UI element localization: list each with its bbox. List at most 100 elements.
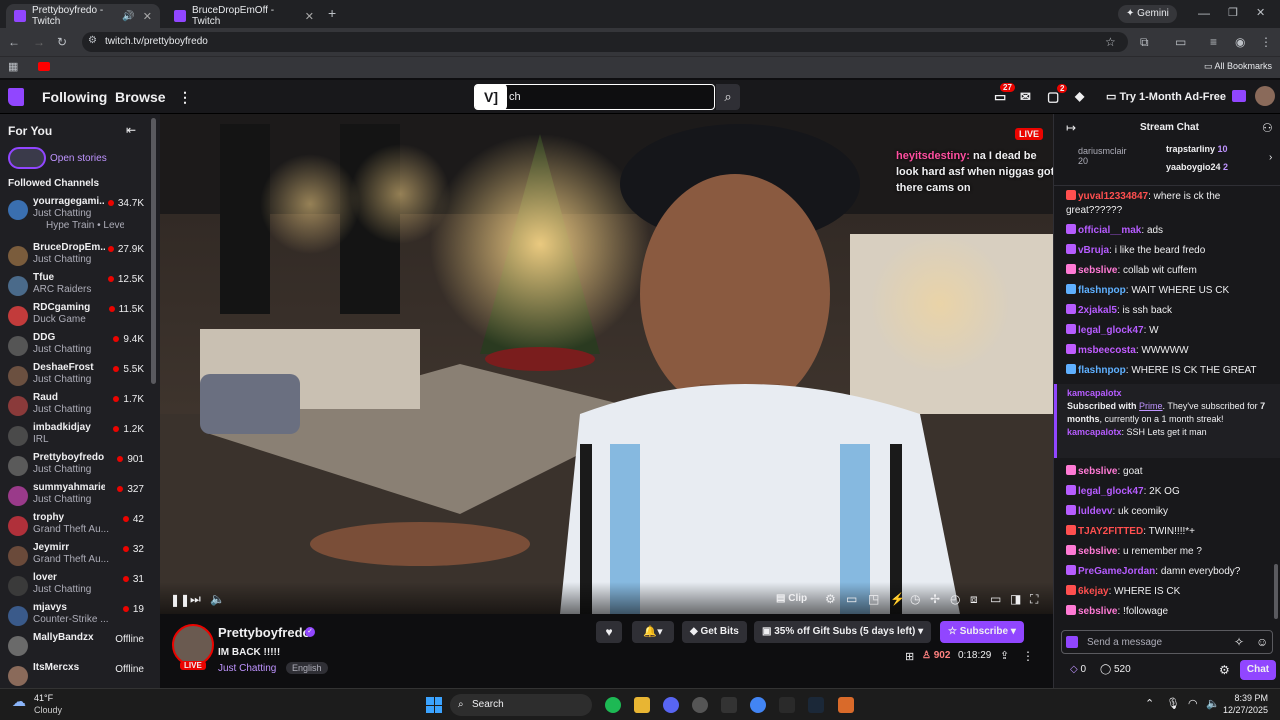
ad-free-button[interactable]: ▭ Try 1-Month Ad-Free xyxy=(1100,87,1232,107)
chat-username[interactable]: luldevv xyxy=(1078,506,1112,517)
chat-username[interactable]: yuval12334847 xyxy=(1078,191,1148,202)
sidebar-channel[interactable]: lover Just Chatting 31 xyxy=(0,572,148,602)
turbo-icon[interactable]: ⚡ xyxy=(890,592,905,606)
chat-username[interactable]: legal_glock47 xyxy=(1078,325,1144,336)
sidebar-channel[interactable]: trophy Grand Theft Au... 42 xyxy=(0,512,148,542)
sidebar-channel[interactable]: DeshaeFrost Just Chatting 5.5K xyxy=(0,362,148,392)
channel-points[interactable]: ◯ 520 xyxy=(1100,664,1131,675)
share-icon[interactable]: ⇪ xyxy=(1000,649,1009,662)
speaker-icon[interactable]: 🔊 xyxy=(122,11,134,22)
video-player[interactable]: LIVE heyitsdestiny: na I dead be look ha… xyxy=(160,114,1053,614)
sidebar-channel[interactable]: DDG Just Chatting 9.4K xyxy=(0,332,148,362)
close-tab-icon[interactable]: ✕ xyxy=(143,10,152,23)
subscribe-button[interactable]: ☆ Subscribe ▾ xyxy=(940,621,1024,643)
collapse-sidebar-icon[interactable]: ⇤ xyxy=(126,123,136,137)
close-tab-icon[interactable]: ✕ xyxy=(305,10,314,23)
open-stories-link[interactable]: Open stories xyxy=(50,153,107,164)
chat-username[interactable]: flashnpop xyxy=(1078,285,1126,296)
weather-icon[interactable]: ☁ xyxy=(12,693,26,710)
gift-subs-button[interactable]: ▣ 35% off Gift Subs (5 days left) ▾ xyxy=(754,621,932,643)
sidebar-channel[interactable]: imbadkidjay IRL 1.2K xyxy=(0,422,148,452)
channel-avatar[interactable] xyxy=(172,624,214,666)
close-window-icon[interactable]: ✕ xyxy=(1256,6,1265,20)
chat-username[interactable]: sebslive xyxy=(1078,466,1117,477)
prime-gift-icon[interactable] xyxy=(1232,90,1246,102)
skip-icon[interactable]: ⏭ xyxy=(190,592,201,607)
nav-browse[interactable]: Browse xyxy=(115,89,166,105)
activity-icon[interactable]: ◷ xyxy=(910,592,920,606)
channel-name[interactable]: Prettyboyfredo xyxy=(218,625,310,640)
browser-tab[interactable]: BruceDropEmOff - Twitch ✕ xyxy=(166,4,322,28)
bookmark-star-icon[interactable]: ☆ xyxy=(1105,35,1116,49)
chat-username[interactable]: sebslive xyxy=(1078,606,1117,617)
gemini-button[interactable]: ✦ Gemini xyxy=(1118,5,1177,23)
app-3-icon[interactable] xyxy=(838,697,854,713)
chat-username[interactable]: legal_glock47 xyxy=(1078,486,1144,497)
chat-username[interactable]: flashnpop xyxy=(1078,365,1126,376)
wifi-icon[interactable]: ◠ xyxy=(1188,697,1198,710)
chat-username[interactable]: 2xjakal5 xyxy=(1078,305,1117,316)
steam-icon[interactable] xyxy=(808,697,824,713)
more-options-icon[interactable]: ⋮ xyxy=(1022,649,1034,663)
taskbar-search[interactable]: ⌕ Search xyxy=(450,694,592,716)
minimize-icon[interactable]: — xyxy=(1198,6,1210,20)
stream-category[interactable]: Just Chatting xyxy=(218,663,276,674)
browser-tab-active[interactable]: Prettyboyfredo - Twitch 🔊 ✕ xyxy=(6,4,160,28)
sidebar-toggle-icon[interactable]: ◨ xyxy=(1010,592,1021,606)
sidebar-channel[interactable]: MallyBandzx Offline xyxy=(0,632,148,662)
prime-link[interactable]: Prime xyxy=(1139,401,1163,411)
extensions-icon[interactable]: ⧉ xyxy=(1140,35,1149,49)
follow-heart-button[interactable]: ♥ xyxy=(596,621,622,643)
more-kebab-icon[interactable]: ⋮ xyxy=(178,89,192,106)
new-tab-icon[interactable]: + xyxy=(328,6,336,20)
sidebar-channel[interactable]: BruceDropEm... Just Chatting 27.9K xyxy=(0,242,148,272)
sidebar-channel[interactable]: summyahmarie Just Chatting 327 xyxy=(0,482,148,512)
grid-icon[interactable]: ⊞ xyxy=(905,650,914,663)
tag-english[interactable]: English xyxy=(286,662,328,674)
maximize-icon[interactable]: ❐ xyxy=(1228,6,1238,20)
twitch-logo-icon[interactable] xyxy=(8,88,24,106)
media-icon[interactable]: ≡ xyxy=(1210,35,1217,49)
menu-kebab-icon[interactable]: ⋮ xyxy=(1260,35,1272,49)
notification-bell-button[interactable]: 🔔▾ xyxy=(632,621,674,643)
chat-badge-icon[interactable] xyxy=(1066,636,1078,648)
discord-icon[interactable] xyxy=(663,697,679,713)
pause-icon[interactable]: ❚❚ xyxy=(170,593,190,607)
speed-icon[interactable]: ◴ xyxy=(950,592,960,606)
sidebar-channel[interactable]: Tfue ARC Raiders 12.5K xyxy=(0,272,148,302)
chat-send-button[interactable]: Chat xyxy=(1240,660,1276,680)
sidebar-channel[interactable]: Raud Just Chatting 1.7K xyxy=(0,392,148,422)
extension-icon[interactable]: ✢ xyxy=(930,592,940,606)
windows-start-icon[interactable] xyxy=(426,697,442,713)
sidebar-channel[interactable]: Jeymirr Grand Theft Au... 32 xyxy=(0,542,148,572)
chat-username[interactable]: vBruja xyxy=(1078,245,1109,256)
chat-input[interactable]: Send a message ✧ ☺ xyxy=(1061,630,1273,654)
all-bookmarks[interactable]: ▭ All Bookmarks xyxy=(1204,61,1272,72)
back-icon[interactable]: ← xyxy=(8,35,20,49)
sidebar-scrollbar[interactable] xyxy=(151,118,156,384)
tray-chevron-icon[interactable]: ⌃ xyxy=(1145,697,1154,710)
settings-gear-icon[interactable]: ⚙ xyxy=(825,592,836,606)
chat-username[interactable]: 6kejay xyxy=(1078,586,1109,597)
chat-scrollbar[interactable] xyxy=(1274,564,1278,619)
chat-username[interactable]: PreGameJordan xyxy=(1078,566,1155,577)
stories-avatars[interactable] xyxy=(8,147,46,169)
reload-icon[interactable]: ↻ xyxy=(57,35,67,49)
user-avatar[interactable] xyxy=(1255,86,1275,106)
volume-icon[interactable]: 🔈 xyxy=(210,592,225,606)
chat-settings-icon[interactable]: ⚙ xyxy=(1219,663,1230,677)
site-info-icon[interactable]: ⚙ xyxy=(88,35,97,46)
mic-icon[interactable]: 🎙 xyxy=(1166,697,1180,710)
collapse-chat-icon[interactable]: ↦ xyxy=(1066,121,1076,135)
theatre-mode-icon[interactable]: ▭ xyxy=(846,592,857,606)
sidebar-channel[interactable]: yourragegami... Just Chatting 34.7K Hype Tr… xyxy=(0,196,148,240)
chat-username[interactable]: TJAY2FITTED xyxy=(1078,526,1143,537)
fullscreen-icon[interactable]: ⛶ xyxy=(1030,592,1038,607)
profile-icon[interactable]: ◉ xyxy=(1235,35,1245,49)
chevron-right-icon[interactable]: › xyxy=(1269,152,1272,163)
chrome-icon[interactable] xyxy=(750,697,766,713)
bits-diamond-icon[interactable]: ◆ xyxy=(1075,89,1084,103)
community-icon[interactable]: ⚇ xyxy=(1262,121,1273,135)
chat-username[interactable]: official__mak xyxy=(1078,225,1141,236)
cast-icon[interactable]: ▭ xyxy=(1175,35,1186,49)
